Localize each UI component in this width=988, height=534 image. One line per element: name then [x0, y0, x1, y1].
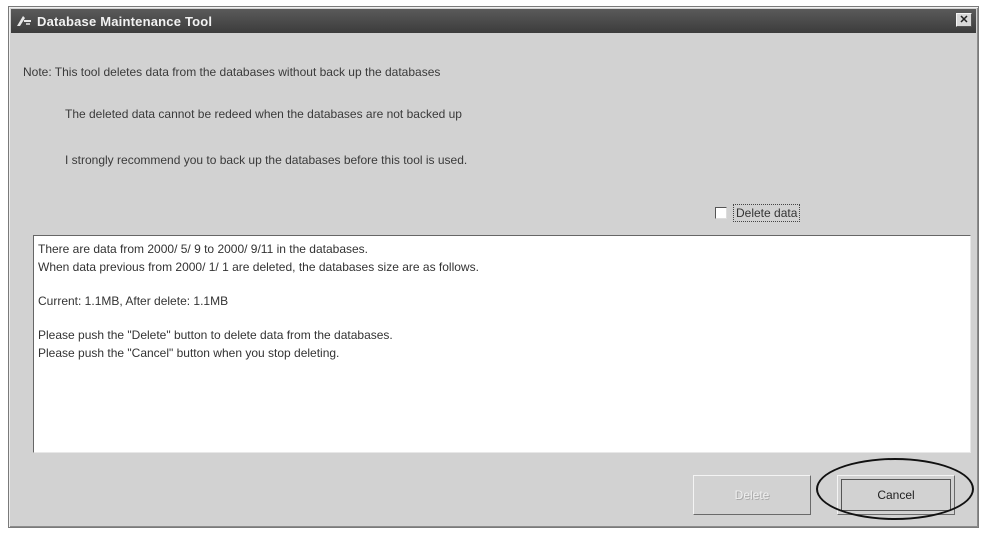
dialog-window: Database Maintenance Tool ✕ Note: This t…	[8, 6, 979, 528]
info-textarea[interactable]: There are data from 2000/ 5/ 9 to 2000/ …	[33, 235, 971, 453]
delete-data-checkbox-row[interactable]: Delete data	[715, 204, 801, 222]
delete-button[interactable]: Delete	[693, 475, 811, 515]
delete-data-label[interactable]: Delete data	[733, 204, 801, 222]
warning-note-line-2: The deleted data cannot be redeed when t…	[65, 107, 462, 121]
warning-note-line-3: I strongly recommend you to back up the …	[65, 153, 468, 167]
close-icon: ✕	[959, 13, 969, 26]
info-line-sizes: Current: 1.1MB, After delete: 1.1MB	[38, 294, 229, 308]
info-line-delete-hint: Please push the "Delete" button to delet…	[38, 328, 393, 342]
info-line-range: There are data from 2000/ 5/ 9 to 2000/ …	[38, 242, 368, 256]
window-title: Database Maintenance Tool	[37, 13, 213, 29]
database-tool-icon	[15, 13, 33, 29]
info-line-cancel-hint: Please push the "Cancel" button when you…	[38, 346, 340, 360]
warning-note-line-1: Note: This tool deletes data from the da…	[23, 65, 441, 79]
cancel-button[interactable]: Cancel	[837, 475, 955, 515]
close-button[interactable]: ✕	[956, 13, 972, 27]
delete-data-checkbox[interactable]	[715, 207, 727, 219]
title-bar[interactable]: Database Maintenance Tool ✕	[11, 9, 976, 33]
info-line-size-intro: When data previous from 2000/ 1/ 1 are d…	[38, 260, 479, 274]
